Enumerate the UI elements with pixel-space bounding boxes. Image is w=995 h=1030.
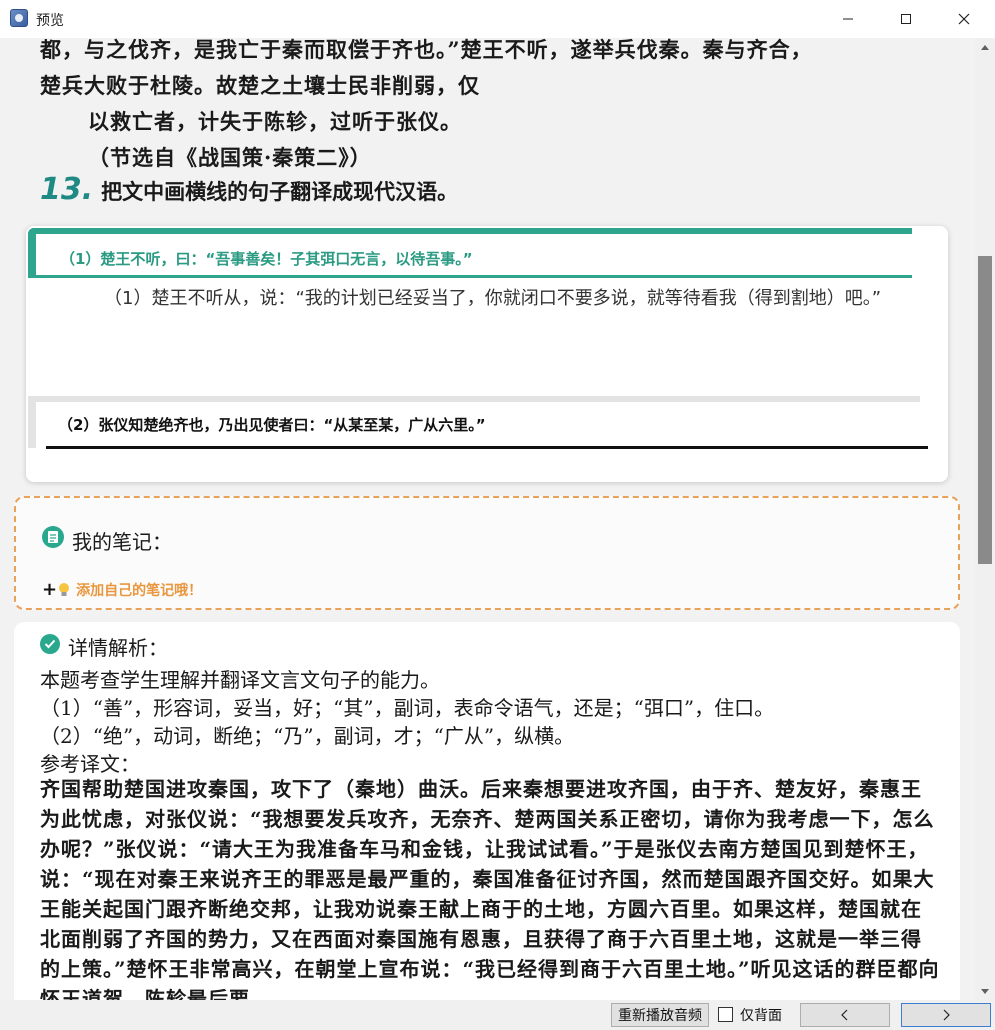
prev-button[interactable] [800, 1003, 890, 1027]
divider [46, 446, 928, 449]
analysis-line: （1）“善”，形容词，妥当，好；“其”，副词，表命令语气，还是；“弭口”，住口。 [40, 696, 775, 720]
sub-question-1-answer: （1）楚王不听从，说：“我的计划已经妥当了，你就闭口不要多说，就等待看我（得到割… [104, 288, 882, 309]
passage-line: 楚兵大败于杜陵。故楚之土壤士民非削弱，仅 [40, 73, 480, 98]
scroll-down-button[interactable] [975, 982, 995, 1000]
scroll-up-button[interactable] [975, 38, 995, 56]
minimize-button[interactable] [819, 0, 877, 38]
notes-title: 我的笔记： [72, 530, 172, 554]
bottom-toolbar: 重新播放音频 仅背面 [0, 1000, 995, 1030]
vertical-scrollbar[interactable] [975, 38, 995, 1000]
analysis-card: 详情解析： 本题考查学生理解并翻译文言文句子的能力。 （1）“善”，形容词，妥当… [14, 622, 960, 1000]
question-number: 13. [40, 172, 94, 207]
window-title: 预览 [36, 13, 64, 29]
add-note-label: 添加自己的笔记哦！ [76, 583, 203, 599]
scroll-down-icon [981, 988, 989, 994]
passage-line: 都，与之伐齐，是我亡于秦而取偿于齐也。”楚王不听，遂举兵伐秦。秦与齐合， [40, 38, 813, 62]
question-heading: 13. 把文中画横线的句子翻译成现代汉语。 [40, 172, 458, 207]
close-button[interactable] [935, 0, 993, 38]
sub-question-1[interactable]: （1）楚王不听，曰：“吾事善矣！子其弭口无言，以待吾事。” [28, 228, 912, 278]
back-only-label: 仅背面 [740, 1008, 782, 1024]
passage-source: （节选自《战国策·秦策二》） [88, 145, 372, 170]
content-viewport: 都，与之伐齐，是我亡于秦而取偿于齐也。”楚王不听，遂举兵伐秦。秦与齐合， 楚兵大… [0, 38, 975, 1000]
maximize-icon [901, 14, 911, 24]
scrollbar-thumb[interactable] [978, 256, 992, 564]
close-icon [958, 13, 970, 25]
add-note-button[interactable]: + 添加自己的笔记哦！ [42, 580, 202, 600]
analysis-line: 参考译文： [40, 752, 140, 776]
back-only-checkbox[interactable] [718, 1007, 733, 1022]
title-bar: 预览 [0, 0, 995, 38]
scroll-up-icon [981, 44, 989, 50]
note-icon [42, 526, 64, 548]
chevron-left-icon [841, 1009, 848, 1021]
reference-translation: 齐国帮助楚国进攻秦国，攻下了（秦地）曲沃。后来秦想要进攻齐国，由于齐、楚友好，秦… [40, 777, 940, 1000]
replay-audio-button[interactable]: 重新播放音频 [611, 1003, 709, 1027]
analysis-title: 详情解析： [68, 636, 168, 660]
passage-line: 以救亡者，计失于陈轸，过听于张仪。 [88, 109, 462, 134]
next-button[interactable] [901, 1003, 991, 1027]
sub-question-2-label: （2）张仪知楚绝齐也，乃出见使者曰：“从某至某，广从六里。” [58, 416, 486, 434]
answer-card: （1）楚王不听，曰：“吾事善矣！子其弭口无言，以待吾事。” （1）楚王不听从，说… [26, 226, 948, 482]
minimize-icon [843, 18, 853, 20]
analysis-line: （2）“绝”，动词，断绝；“乃”，副词，才；“广从”，纵横。 [40, 724, 575, 748]
analysis-line: 本题考查学生理解并翻译文言文句子的能力。 [40, 668, 440, 692]
check-circle-icon [40, 634, 60, 654]
chevron-right-icon [943, 1009, 950, 1021]
preview-app-icon [10, 9, 28, 27]
sub-question-1-label: （1）楚王不听，曰：“吾事善矣！子其弭口无言，以待吾事。” [60, 250, 473, 268]
sub-question-2[interactable]: （2）张仪知楚绝齐也，乃出见使者曰：“从某至某，广从六里。” [28, 396, 928, 449]
question-text: 把文中画横线的句子翻译成现代汉语。 [101, 179, 459, 204]
notes-card: 我的笔记： + 添加自己的笔记哦！ [14, 496, 960, 610]
maximize-button[interactable] [877, 0, 935, 38]
lightbulb-icon [58, 582, 70, 598]
plus-icon: + [42, 579, 58, 600]
